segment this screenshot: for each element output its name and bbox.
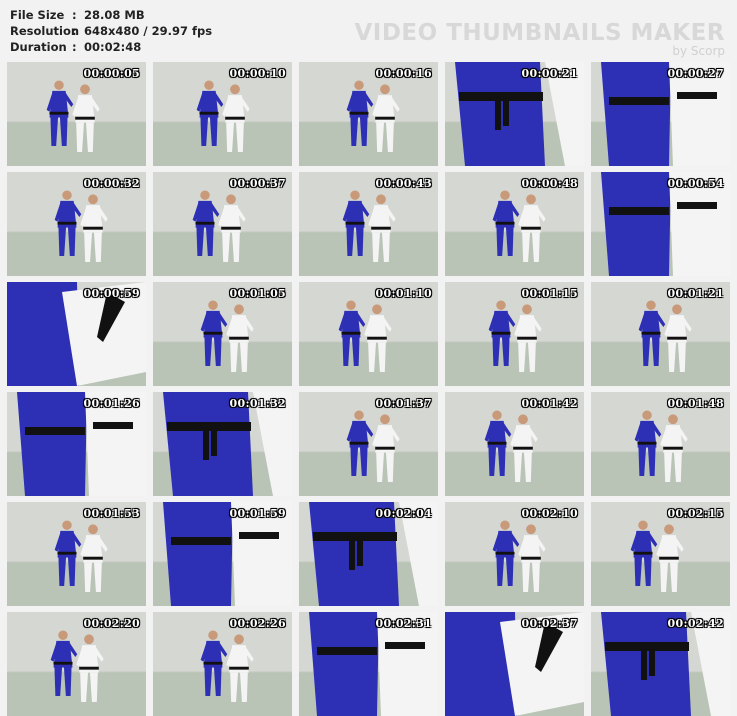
thumbnail-timestamp: 00:00:54 bbox=[667, 177, 724, 190]
thumbnail: 00:00:16 bbox=[299, 62, 438, 166]
thumbnail-timestamp: 00:02:04 bbox=[375, 507, 432, 520]
thumbnail-timestamp: 00:00:10 bbox=[229, 67, 286, 80]
thumbnail-timestamp: 00:02:10 bbox=[521, 507, 578, 520]
thumbnail: 00:01:59 bbox=[153, 502, 292, 606]
duration-label: Duration bbox=[10, 40, 67, 54]
thumbnail-timestamp: 00:01:26 bbox=[83, 397, 140, 410]
thumbnail-timestamp: 00:00:27 bbox=[667, 67, 724, 80]
thumbnail: 00:00:37 bbox=[153, 172, 292, 276]
thumbnail: 00:00:32 bbox=[7, 172, 146, 276]
thumbnail-timestamp: 00:02:37 bbox=[521, 617, 578, 630]
thumbnail: 00:00:05 bbox=[7, 62, 146, 166]
resolution-label: Resolution bbox=[10, 24, 80, 38]
watermark-title: VIDEO THUMBNAILS MAKER bbox=[354, 20, 725, 46]
thumbnail-timestamp: 00:00:43 bbox=[375, 177, 432, 190]
thumbnail-timestamp: 00:01:15 bbox=[521, 287, 578, 300]
thumbnail-timestamp: 00:01:53 bbox=[83, 507, 140, 520]
file-size-row: File Size : 28.08 MB bbox=[10, 7, 212, 23]
watermark-subtitle: by Scorp bbox=[672, 44, 725, 58]
thumbnail-timestamp: 00:02:15 bbox=[667, 507, 724, 520]
thumbnail-timestamp: 00:01:37 bbox=[375, 397, 432, 410]
thumbnail-timestamp: 00:01:05 bbox=[229, 287, 286, 300]
thumbnail-timestamp: 00:00:16 bbox=[375, 67, 432, 80]
thumbnail: 00:01:37 bbox=[299, 392, 438, 496]
duration-separator: : bbox=[72, 40, 77, 54]
resolution-row: Resolution : 648x480 / 29.97 fps bbox=[10, 23, 212, 39]
resolution-separator: : bbox=[72, 24, 77, 38]
thumbnail-timestamp: 00:00:37 bbox=[229, 177, 286, 190]
thumbnail: 00:00:10 bbox=[153, 62, 292, 166]
thumbnail-timestamp: 00:00:32 bbox=[83, 177, 140, 190]
thumbnail: 00:01:32 bbox=[153, 392, 292, 496]
thumbnail: 00:02:31 bbox=[299, 612, 438, 716]
file-size-value: 28.08 MB bbox=[84, 8, 145, 22]
thumbnail: 00:02:20 bbox=[7, 612, 146, 716]
duration-row: Duration : 00:02:48 bbox=[10, 39, 212, 55]
thumbnail-timestamp: 00:01:59 bbox=[229, 507, 286, 520]
thumbnail: 00:01:42 bbox=[445, 392, 584, 496]
file-size-separator: : bbox=[72, 8, 77, 22]
thumbnail: 00:00:59 bbox=[7, 282, 146, 386]
thumbnail: 00:01:05 bbox=[153, 282, 292, 386]
file-size-label: File Size bbox=[10, 8, 65, 22]
thumbnail: 00:02:37 bbox=[445, 612, 584, 716]
thumbnail-timestamp: 00:01:48 bbox=[667, 397, 724, 410]
thumbnail-timestamp: 00:01:42 bbox=[521, 397, 578, 410]
thumbnail: 00:00:43 bbox=[299, 172, 438, 276]
duration-value: 00:02:48 bbox=[84, 40, 142, 54]
resolution-value: 648x480 / 29.97 fps bbox=[84, 24, 213, 38]
watermark: VIDEO THUMBNAILS MAKER by Scorp bbox=[354, 20, 725, 58]
thumbnail: 00:01:21 bbox=[591, 282, 730, 386]
thumbnail-timestamp: 00:01:21 bbox=[667, 287, 724, 300]
thumbnail: 00:01:48 bbox=[591, 392, 730, 496]
thumbnail-timestamp: 00:02:20 bbox=[83, 617, 140, 630]
thumbnail-timestamp: 00:02:42 bbox=[667, 617, 724, 630]
thumbnail: 00:00:27 bbox=[591, 62, 730, 166]
thumbnail-timestamp: 00:01:10 bbox=[375, 287, 432, 300]
thumbnail-timestamp: 00:00:59 bbox=[83, 287, 140, 300]
thumbnail: 00:01:10 bbox=[299, 282, 438, 386]
thumbnail-timestamp: 00:00:21 bbox=[521, 67, 578, 80]
thumbnail: 00:02:04 bbox=[299, 502, 438, 606]
thumbnail-timestamp: 00:00:48 bbox=[521, 177, 578, 190]
thumbnail: 00:00:54 bbox=[591, 172, 730, 276]
thumbnail-timestamp: 00:01:32 bbox=[229, 397, 286, 410]
thumbnail: 00:01:15 bbox=[445, 282, 584, 386]
thumbnail: 00:00:21 bbox=[445, 62, 584, 166]
thumbnail: 00:02:26 bbox=[153, 612, 292, 716]
video-info-panel: File Size : 28.08 MB Resolution : 648x48… bbox=[10, 7, 212, 55]
thumbnail: 00:02:10 bbox=[445, 502, 584, 606]
thumbnail-timestamp: 00:02:31 bbox=[375, 617, 432, 630]
thumbnail: 00:01:26 bbox=[7, 392, 146, 496]
thumbnail: 00:01:53 bbox=[7, 502, 146, 606]
thumbnail: 00:02:15 bbox=[591, 502, 730, 606]
thumbnail-timestamp: 00:02:26 bbox=[229, 617, 286, 630]
thumbnail: 00:00:48 bbox=[445, 172, 584, 276]
thumbnail-timestamp: 00:00:05 bbox=[83, 67, 140, 80]
thumbnail: 00:02:42 bbox=[591, 612, 730, 716]
thumbnail-grid: 00:00:05 00:00:10 00:00:16 00:00:21 00:0… bbox=[7, 62, 731, 716]
